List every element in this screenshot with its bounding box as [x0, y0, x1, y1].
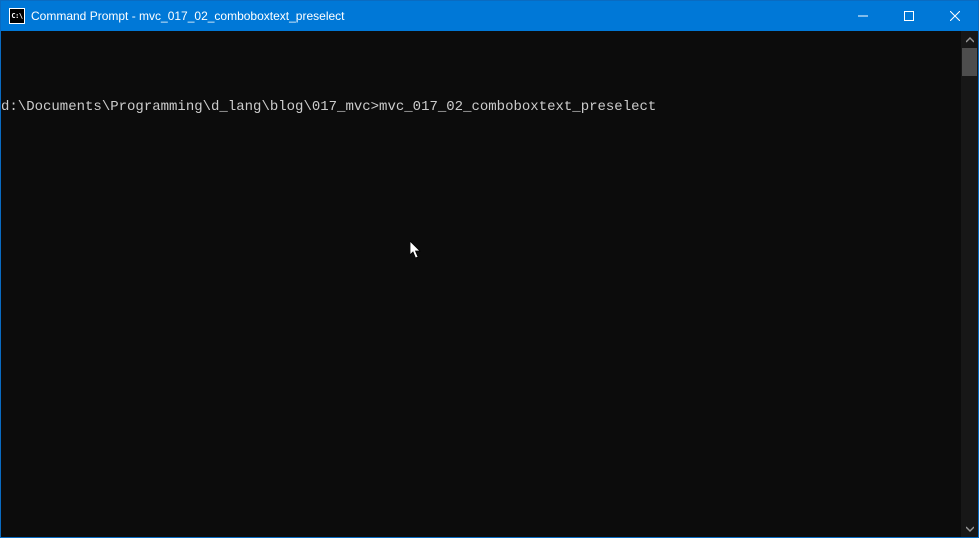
scroll-up-button[interactable]	[961, 31, 978, 48]
chevron-down-icon	[966, 525, 974, 533]
console-output[interactable]: d:\Documents\Programming\d_lang\blog\017…	[1, 31, 961, 537]
chevron-up-icon	[966, 36, 974, 44]
minimize-icon	[858, 11, 868, 21]
app-icon[interactable]: C:\	[9, 8, 25, 24]
window: C:\ Command Prompt - mvc_017_02_combobox…	[0, 0, 979, 538]
vertical-scrollbar[interactable]	[961, 31, 978, 537]
window-title: Command Prompt - mvc_017_02_comboboxtext…	[31, 9, 840, 23]
scrollbar-thumb[interactable]	[962, 48, 977, 76]
close-button[interactable]	[932, 1, 978, 31]
titlebar[interactable]: C:\ Command Prompt - mvc_017_02_combobox…	[1, 1, 978, 31]
close-icon	[950, 11, 960, 21]
window-controls	[840, 1, 978, 31]
app-icon-text: C:\	[11, 12, 22, 20]
client-area: d:\Documents\Programming\d_lang\blog\017…	[1, 31, 978, 537]
console-prompt-line: d:\Documents\Programming\d_lang\blog\017…	[1, 99, 961, 116]
minimize-button[interactable]	[840, 1, 886, 31]
maximize-button[interactable]	[886, 1, 932, 31]
scroll-down-button[interactable]	[961, 520, 978, 537]
maximize-icon	[904, 11, 914, 21]
